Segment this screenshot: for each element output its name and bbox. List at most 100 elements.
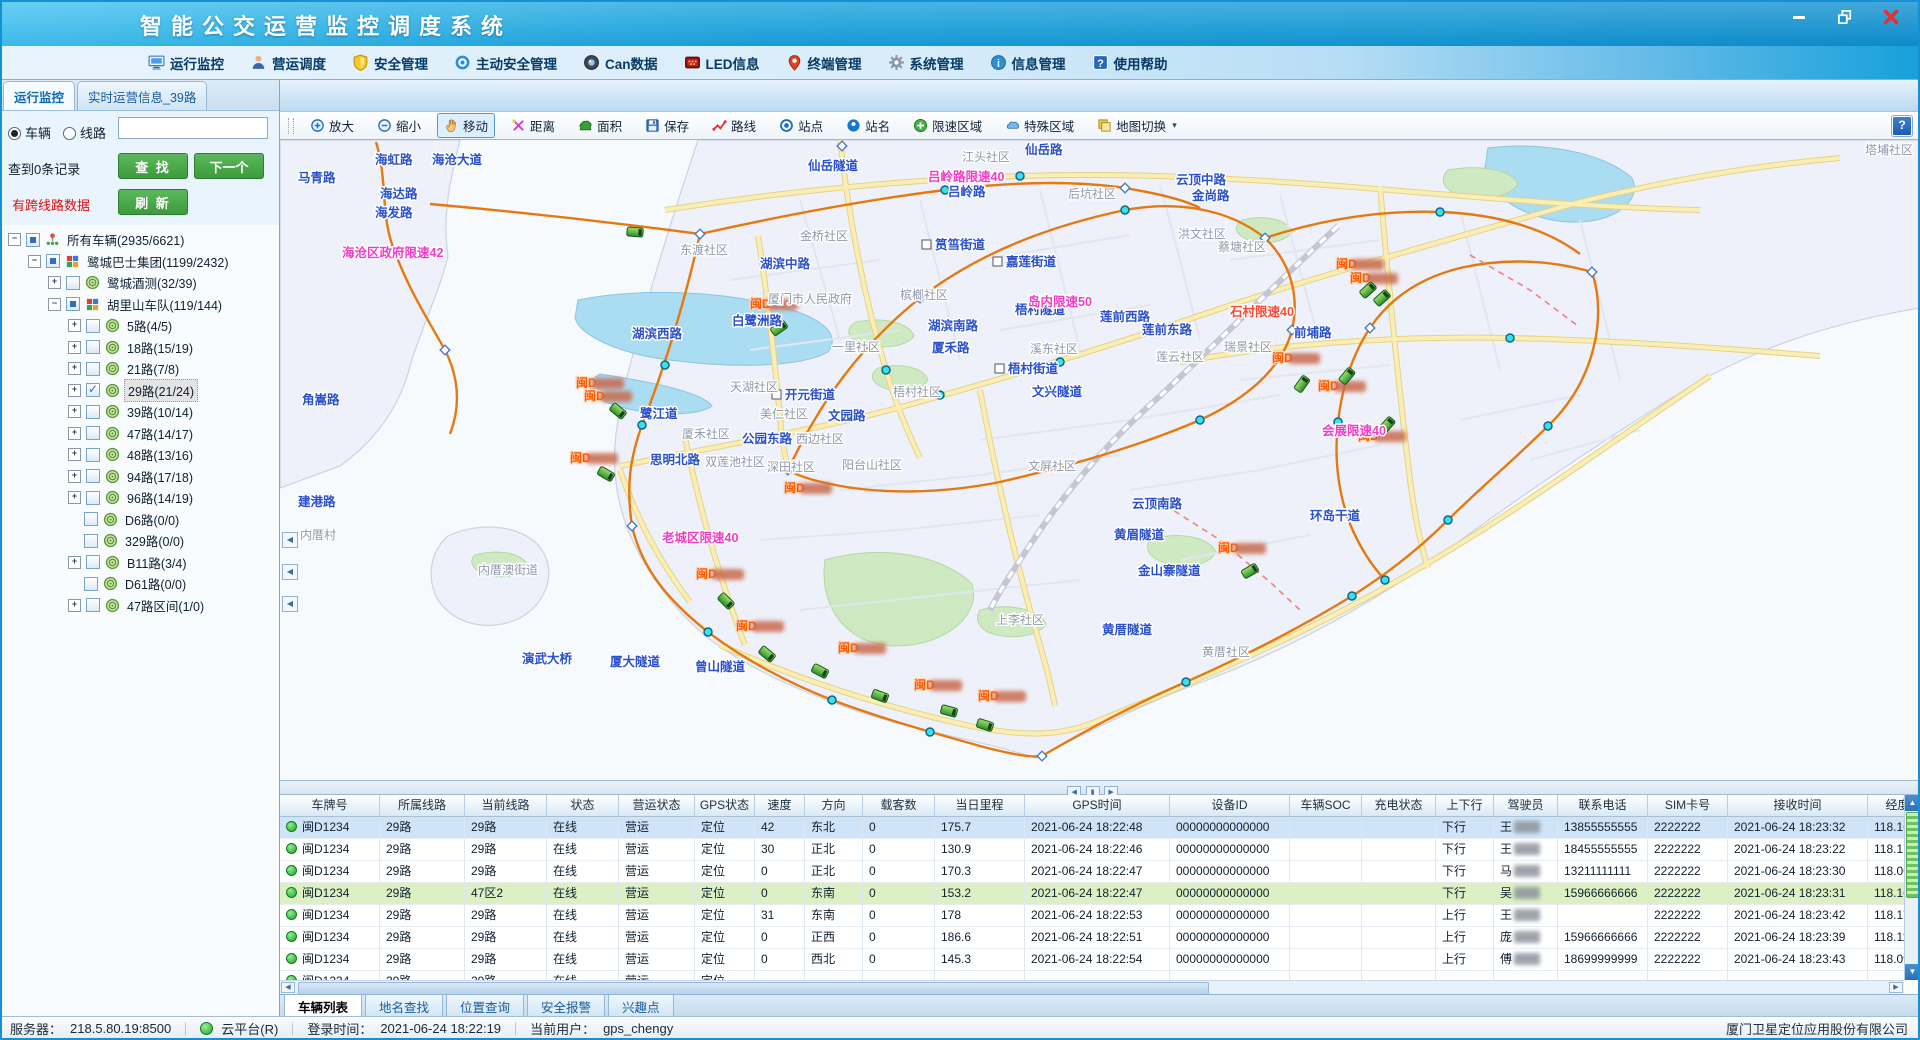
tree-checkbox[interactable] [86,448,100,462]
tree-checkbox[interactable] [66,297,80,311]
tree-expander-plus-icon[interactable]: + [68,556,81,569]
tree-expander-plus-icon[interactable]: + [68,470,81,483]
map-tool-hand[interactable]: 移动 [437,113,495,138]
search-input[interactable] [118,117,268,139]
map-tool-zoomout[interactable]: 缩小 [370,113,428,138]
tree-expander-plus-icon[interactable]: + [68,362,81,375]
column-header-载客数[interactable]: 载客数 [863,795,935,816]
tree-node-15[interactable]: 329路(0/0) [0,530,279,552]
tree-checkbox[interactable] [86,340,100,354]
map-nav-left-button-1[interactable]: ◀ [282,532,298,548]
find-button[interactable]: 查 找 [118,153,188,179]
tree-node-10[interactable]: +47路(14/17) [0,423,279,445]
map-help-button[interactable]: ? [1892,116,1912,136]
table-row[interactable]: 闽D123429路47区2在线营运定位0东南0153.22021-06-24 1… [280,883,1904,905]
scroll-down-icon[interactable]: ▼ [1905,964,1920,980]
tree-checkbox[interactable] [86,491,100,505]
column-header-SIM卡号[interactable]: SIM卡号 [1648,795,1728,816]
restore-button[interactable] [1834,8,1856,26]
table-row[interactable]: 闽D123429路29路在线营运定位31东南01782021-06-24 18:… [280,905,1904,927]
next-button[interactable]: 下一个 [194,153,264,179]
station-dot[interactable] [1381,576,1389,584]
table-horizontal-scrollbar[interactable]: ◀ ▶ [280,980,1904,994]
tree-expander-plus-icon[interactable]: + [68,448,81,461]
minimize-button[interactable] [1788,8,1810,26]
station-dot[interactable] [1506,334,1514,342]
tree-expander-plus-icon[interactable]: + [48,276,61,289]
radio-line[interactable]: 线路 [63,123,106,142]
tree-expander-plus-icon[interactable]: + [68,341,81,354]
map-tool-save[interactable]: 保存 [638,113,696,138]
menu-item-target[interactable]: 主动安全管理 [454,53,557,73]
tree-checkbox[interactable] [86,383,100,397]
radio-vehicle[interactable]: 车辆 [8,123,51,142]
table-row[interactable]: 闽D123429路29路在线营运定位30正北0130.92021-06-24 1… [280,839,1904,861]
station-dot[interactable] [1444,516,1452,524]
tree-checkbox[interactable] [26,233,40,247]
column-header-当前线路[interactable]: 当前线路 [465,795,547,816]
tree-expander-plus-icon[interactable]: + [68,384,81,397]
menu-item-gear[interactable]: 系统管理 [888,53,964,73]
close-button[interactable] [1880,8,1902,26]
station-dot[interactable] [1544,422,1552,430]
tree-node-6[interactable]: +18路(15/19) [0,337,279,359]
tree-expander-minus-icon[interactable]: − [8,233,21,246]
left-tab-2[interactable]: 实时运营信息_39路 [77,81,207,110]
tree-expander-plus-icon[interactable]: + [68,319,81,332]
column-header-当日里程[interactable]: 当日里程 [935,795,1025,816]
map-tool-routeline[interactable]: 路线 [705,113,763,138]
column-header-速度[interactable]: 速度 [755,795,805,816]
menu-item-shield[interactable]: 安全管理 [352,53,428,73]
tree-node-8[interactable]: +29路(21/24) [0,380,279,402]
tree-expander-plus-icon[interactable]: + [68,427,81,440]
tree-node-18[interactable]: +47路区间(1/0) [0,595,279,617]
column-header-接收时间[interactable]: 接收时间 [1728,795,1868,816]
station-dot[interactable] [638,421,646,429]
tree-node-3[interactable]: +鹭城酒测(32/39) [0,272,279,294]
table-vertical-scrollbar[interactable]: ▲ ▼ [1904,795,1920,980]
map-tool-measure[interactable]: 距离 [504,113,562,138]
column-header-车牌号[interactable]: 车牌号 [280,795,380,816]
station-dot[interactable] [661,361,669,369]
station-dot[interactable] [926,728,934,736]
tree-checkbox[interactable] [86,426,100,440]
menu-item-led[interactable]: LED信息 [684,53,760,73]
tree-checkbox[interactable] [86,598,100,612]
table-row[interactable]: 闽D123429路29路在线营运定位42东北0175.72021-06-24 1… [280,817,1904,839]
tree-checkbox[interactable] [84,512,98,526]
tree-expander-minus-icon[interactable]: − [28,255,41,268]
map-tool-area[interactable]: 面积 [571,113,629,138]
tree-node-5[interactable]: +5路(4/5) [0,315,279,337]
menu-item-monitor[interactable]: 运行监控 [148,53,224,73]
station-dot[interactable] [1182,678,1190,686]
column-header-设备ID[interactable]: 设备ID [1170,795,1290,816]
table-row[interactable]: 闽D123429路29路在线营运定位 [280,971,1904,980]
tree-checkbox[interactable] [84,534,98,548]
scroll-up-icon[interactable]: ▲ [1905,795,1920,811]
table-row[interactable]: 闽D123429路29路在线营运定位0西北0145.32021-06-24 18… [280,949,1904,971]
map-splitter-bar[interactable]: ◀ ▮ ▶ [280,780,1920,795]
tree-expander-plus-icon[interactable]: + [68,491,81,504]
scroll-left-icon[interactable]: ◀ [281,982,295,993]
tree-checkbox[interactable] [86,319,100,333]
map-tool-speedzone[interactable]: 限速区域 [906,113,989,138]
tree-node-1[interactable]: −所有车辆(2935/6621) [0,229,279,251]
tree-node-12[interactable]: +94路(17/18) [0,466,279,488]
station-dot[interactable] [1196,416,1204,424]
station-dot[interactable] [1121,206,1129,214]
map-tool-layers[interactable]: 地图切换▾ [1090,113,1184,138]
map-tool-stationname[interactable]: 站名 [839,113,897,138]
column-header-联系电话[interactable]: 联系电话 [1558,795,1648,816]
station-dot[interactable] [1348,592,1356,600]
menu-item-info[interactable]: i信息管理 [990,53,1066,73]
menu-item-help[interactable]: ?使用帮助 [1092,53,1168,73]
tree-node-7[interactable]: +21路(7/8) [0,358,279,380]
menu-item-camera[interactable]: Can数据 [583,53,658,73]
column-header-驾驶员[interactable]: 驾驶员 [1494,795,1558,816]
tree-node-14[interactable]: D6路(0/0) [0,509,279,531]
column-header-营运状态[interactable]: 营运状态 [619,795,695,816]
map-nav-left-button-2[interactable]: ◀ [282,564,298,580]
column-header-经度[interactable]: 经度 [1868,795,1904,816]
station-dot[interactable] [704,628,712,636]
column-header-车辆SOC[interactable]: 车辆SOC [1290,795,1362,816]
